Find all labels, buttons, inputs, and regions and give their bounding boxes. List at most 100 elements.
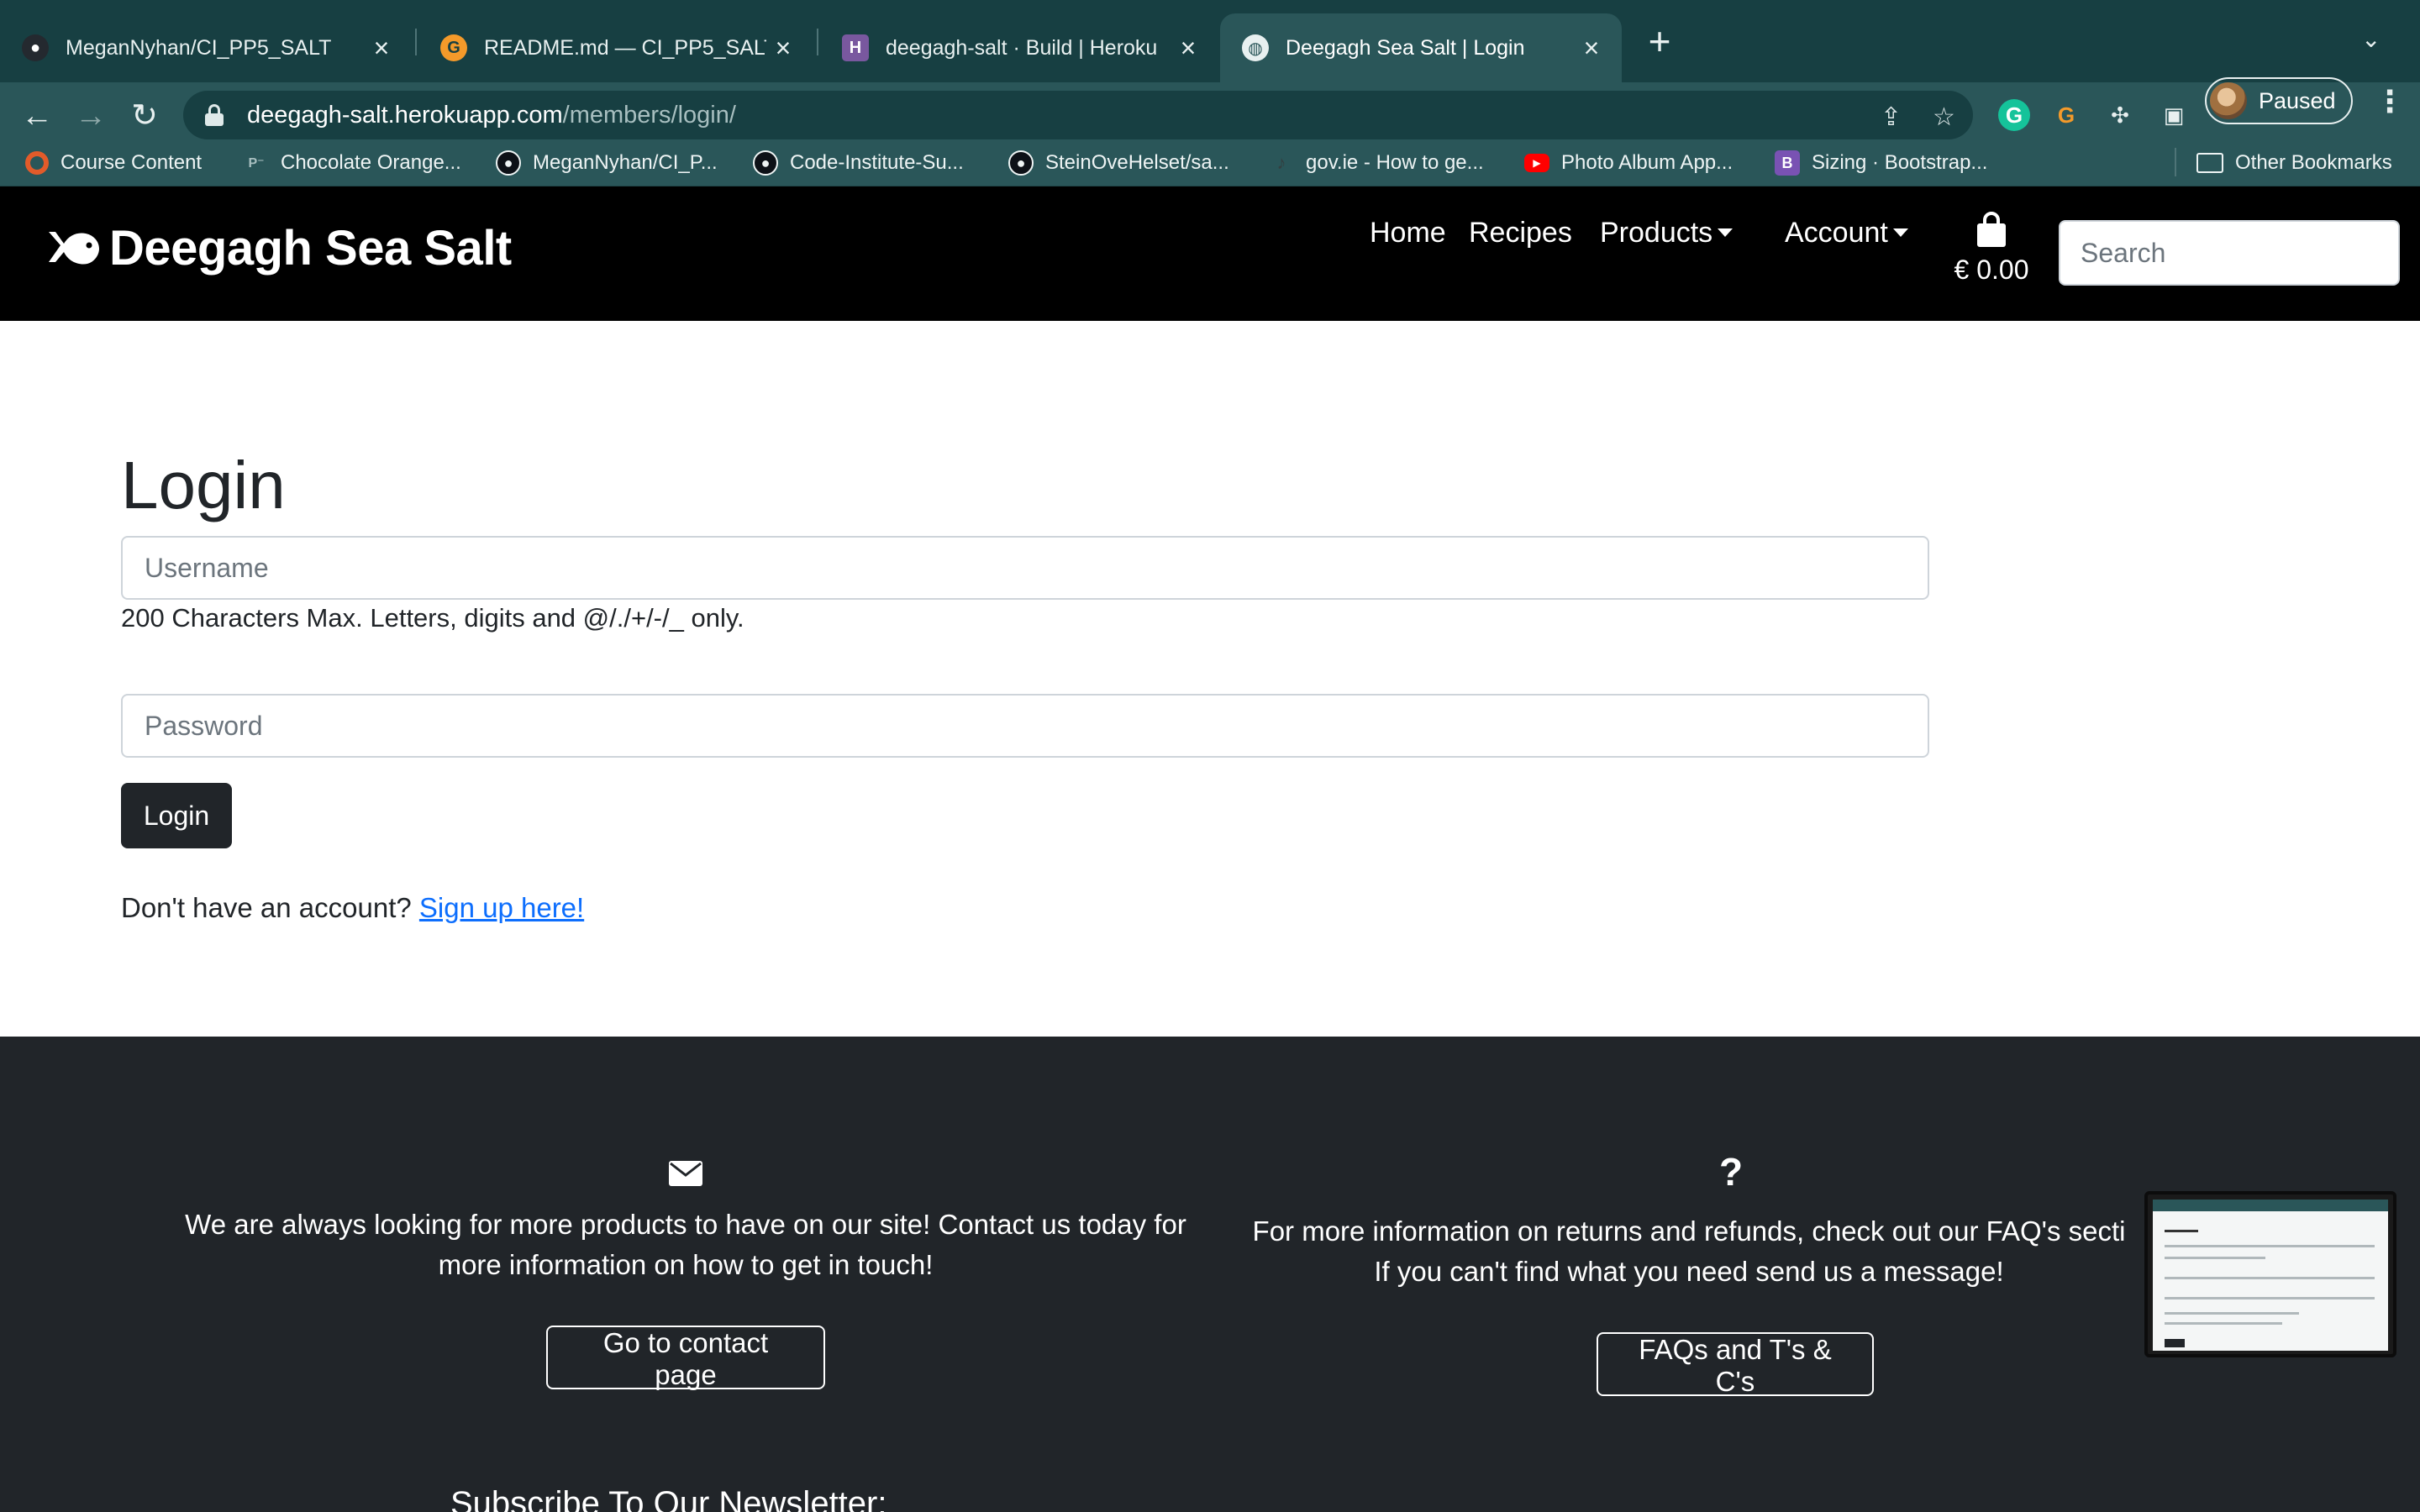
puzzle-icon[interactable]: ✣ (2104, 99, 2136, 131)
shopping-bag-link[interactable]: € 0.00 (1949, 212, 2033, 286)
new-tab-button[interactable]: + (1639, 20, 1681, 62)
login-button[interactable]: Login (121, 783, 232, 848)
browser-tab-strip: ● MeganNyhan/CI_PP5_SALT × G README.md —… (0, 0, 2420, 82)
share-icon[interactable]: ⇪ (1881, 102, 1902, 132)
avatar (2210, 82, 2247, 119)
github-icon: ● (496, 150, 521, 176)
bookmark-code-institute[interactable]: ● Code-Institute-Su... (753, 148, 964, 178)
signup-prompt: Don't have an account? Sign up here! (121, 892, 584, 924)
back-arrow-icon[interactable]: ← (18, 97, 55, 134)
site-header: Deegagh Sea Salt Home Recipes Products A… (0, 186, 2420, 321)
bookmark-label: Sizing · Bootstrap... (1812, 151, 1988, 174)
caret-down-icon (1718, 228, 1733, 237)
bookmark-photo-album[interactable]: ▶ Photo Album App... (1524, 148, 1733, 178)
browser-menu-icon[interactable]: ⋮ (2375, 84, 2405, 119)
nav-account[interactable]: Account (1785, 217, 1908, 249)
bookmark-other[interactable]: Other Bookmarks (2196, 148, 2392, 178)
contact-line: We are always looking for more products … (185, 1209, 1186, 1240)
close-icon[interactable]: × (1575, 33, 1608, 64)
contact-blurb: We are always looking for more products … (143, 1205, 1228, 1285)
bookmark-label: Photo Album App... (1561, 151, 1733, 174)
forward-arrow-icon[interactable]: → (72, 97, 109, 134)
circle-icon (25, 151, 49, 175)
globe-icon: ◍ (1242, 34, 1269, 61)
bookmark-label: SteinOveHelset/sa... (1045, 151, 1229, 174)
login-section: Login 200 Characters Max. Letters, digit… (0, 321, 2420, 1037)
profile-status: Paused (2259, 87, 2336, 113)
nav-recipes[interactable]: Recipes (1469, 217, 1572, 249)
tab-title: README.md — CI_PP5_SALT — (484, 35, 766, 60)
side-panel-icon[interactable]: ▣ (2158, 99, 2190, 131)
close-icon[interactable]: × (766, 33, 800, 64)
fish-icon (49, 231, 99, 264)
brand-name: Deegagh Sea Salt (109, 221, 512, 276)
lock-icon[interactable] (205, 104, 224, 126)
signup-prompt-text: Don't have an account? (121, 892, 412, 923)
profile-button[interactable]: Paused (2205, 77, 2353, 124)
tab-title: deegagh-salt · Build | Heroku (886, 35, 1158, 60)
bookmark-label: Chocolate Orange... (281, 151, 461, 174)
site-footer: We are always looking for more products … (0, 1037, 2420, 1512)
faq-line: For more information on returns and refu… (1252, 1215, 2126, 1247)
site-search-input[interactable] (2059, 220, 2400, 286)
caret-down-icon (1892, 228, 1908, 237)
nav-products-label: Products (1600, 217, 1713, 249)
youtube-icon: ▶ (1524, 154, 1549, 172)
star-icon[interactable]: ☆ (1933, 102, 1955, 132)
tab-readme[interactable]: G README.md — CI_PP5_SALT — × (418, 13, 813, 82)
bookmarks-separator (2175, 148, 2176, 176)
bag-total: € 0.00 (1954, 255, 2029, 285)
nav-products[interactable]: Products (1600, 217, 1733, 249)
gitpod-icon: G (440, 34, 467, 61)
heroku-icon: H (842, 34, 869, 61)
bookmark-label: Course Content (60, 151, 203, 174)
bookmark-bootstrap-sizing[interactable]: B Sizing · Bootstrap... (1775, 148, 1987, 178)
close-icon[interactable]: × (365, 33, 398, 64)
browser-toolbar: ← → ↻ deegagh-salt.herokuapp.com/members… (0, 82, 2420, 148)
tab-separator (817, 29, 818, 55)
github-icon: ● (1008, 150, 1034, 176)
screen-share-preview[interactable] (2144, 1191, 2396, 1357)
tab-heroku[interactable]: H deegagh-salt · Build | Heroku × (820, 13, 1218, 82)
bookmark-chocolate-orange[interactable]: P⁻ Chocolate Orange... (244, 148, 461, 178)
brand-link[interactable]: Deegagh Sea Salt (45, 220, 512, 276)
tab-search-chevron-icon[interactable]: ⌄ (2361, 25, 2381, 53)
screen-share-thumbnail (2153, 1200, 2388, 1351)
bootstrap-icon: B (1775, 150, 1800, 176)
url-text[interactable]: deegagh-salt.herokuapp.com/members/login… (247, 102, 736, 129)
bookmark-label: gov.ie - How to ge... (1306, 151, 1484, 174)
question-icon: ? (1719, 1150, 1744, 1194)
p-icon: P⁻ (248, 156, 265, 171)
bookmark-meganyhan-repo[interactable]: ● MeganNyhan/CI_P... (496, 148, 718, 178)
gitpod-extension-icon[interactable]: G (2050, 99, 2082, 131)
bookmark-label: Code-Institute-Su... (790, 151, 964, 174)
faq-button[interactable]: FAQs and T's & C's (1597, 1332, 1874, 1397)
close-icon[interactable]: × (1171, 33, 1205, 64)
username-field[interactable] (121, 536, 1929, 600)
tab-separator (415, 29, 417, 55)
tab-github-repo[interactable]: ● MeganNyhan/CI_PP5_SALT × (0, 13, 412, 82)
contact-page-button[interactable]: Go to contact page (546, 1326, 825, 1390)
bookmark-label: MeganNyhan/CI_P... (533, 151, 718, 174)
faq-blurb: For more information on returns and refu… (1235, 1211, 2143, 1292)
bookmark-steinovehelset[interactable]: ● SteinOveHelset/sa... (1008, 148, 1229, 178)
folder-icon (2196, 153, 2223, 173)
harp-icon: ♪ (1276, 152, 1286, 173)
tab-title: Deegagh Sea Salt | Login (1286, 35, 1525, 60)
github-icon: ● (22, 34, 49, 61)
password-field[interactable] (121, 694, 1929, 758)
github-icon: ● (753, 150, 778, 176)
username-help-text: 200 Characters Max. Letters, digits and … (121, 603, 744, 633)
signup-link[interactable]: Sign up here! (419, 892, 584, 923)
bookmark-gov-ie[interactable]: ♪ gov.ie - How to ge... (1269, 148, 1484, 178)
faq-line: If you can't find what you need send us … (1374, 1256, 2004, 1287)
tab-login[interactable]: ◍ Deegagh Sea Salt | Login × (1220, 13, 1622, 82)
bookmark-label: Other Bookmarks (2235, 151, 2392, 174)
nav-home[interactable]: Home (1370, 217, 1446, 249)
page-title: Login (121, 448, 286, 522)
grammarly-icon[interactable]: G (1998, 99, 2030, 131)
bookmark-course-content[interactable]: Course Content (25, 148, 202, 178)
reload-icon[interactable]: ↻ (126, 97, 163, 134)
address-bar[interactable]: deegagh-salt.herokuapp.com/members/login… (183, 91, 1973, 139)
shopping-bag-icon (1977, 212, 2006, 247)
